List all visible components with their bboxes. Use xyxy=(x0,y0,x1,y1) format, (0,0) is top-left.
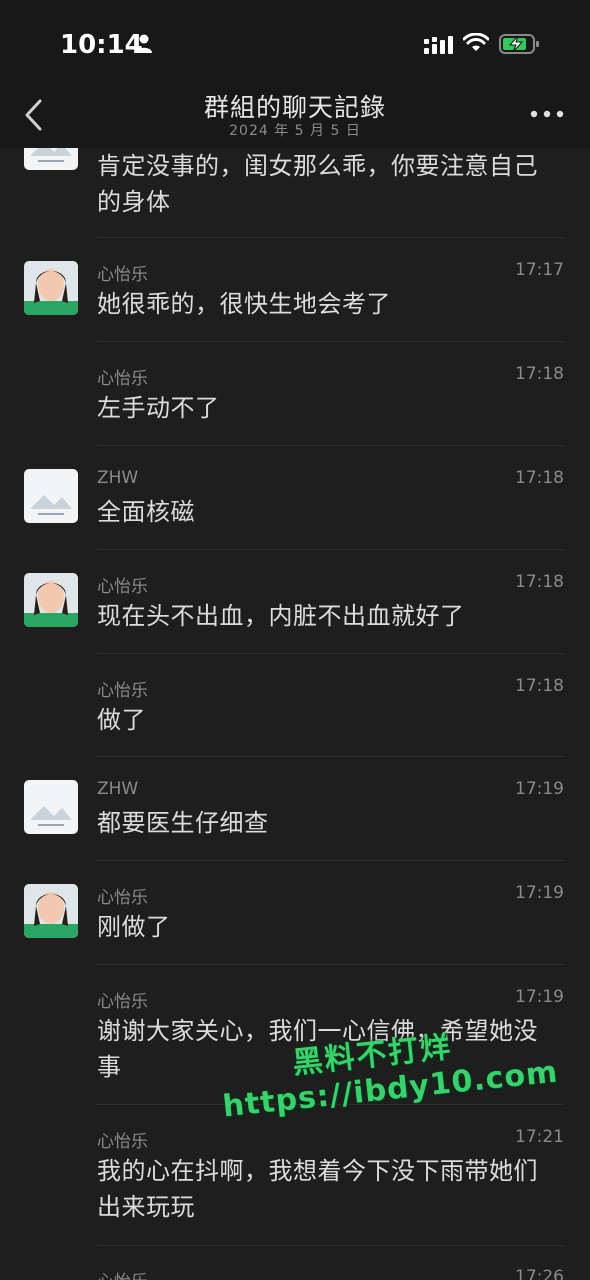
status-time: 10:14 xyxy=(60,30,143,60)
page-title: 群組的聊天記錄 xyxy=(203,93,386,122)
message-time: 17:18 xyxy=(515,676,564,696)
divider xyxy=(97,860,565,861)
status-bar: 10:14 xyxy=(0,0,590,86)
sender-name: 心怡乐 xyxy=(97,1132,148,1152)
sender-name: 心怡乐 xyxy=(97,681,148,701)
wifi-icon xyxy=(463,33,489,51)
nav-bar: 群組的聊天記錄 2024 年 5 月 5 日 xyxy=(0,86,590,148)
battery-charging-icon xyxy=(499,34,539,54)
message-time: 17:26 xyxy=(515,1267,564,1280)
message-text: 都要医生仔细查 xyxy=(97,809,269,837)
sender-name: 心怡乐 xyxy=(97,888,148,908)
divider xyxy=(97,756,565,757)
message-text: 肯定没事的，闺女那么乖，你要注意自己 的身体 xyxy=(97,152,538,216)
message-time: 17:18 xyxy=(515,468,564,488)
divider xyxy=(97,964,565,965)
sender-name: ZHW xyxy=(97,468,139,488)
divider xyxy=(97,237,565,238)
message-text: 刚做了 xyxy=(97,913,171,941)
message-text: 做了 xyxy=(97,706,146,734)
message-time: 17:18 xyxy=(515,572,564,592)
message-time: 17:19 xyxy=(515,779,564,799)
divider xyxy=(97,1245,565,1246)
message-time: 17:21 xyxy=(515,1127,564,1147)
page-subtitle-date: 2024 年 5 月 5 日 xyxy=(229,123,361,139)
divider xyxy=(97,445,565,446)
divider xyxy=(97,549,565,550)
avatar-placeholder[interactable] xyxy=(24,780,78,834)
sender-name: 心怡乐 xyxy=(97,1267,148,1280)
sender-name: 心怡乐 xyxy=(97,265,148,285)
divider xyxy=(97,341,565,342)
sender-name: 心怡乐 xyxy=(97,992,148,1012)
message-text: 现在头不出血，内脏不出血就好了 xyxy=(97,602,465,630)
sender-name: 心怡乐 xyxy=(97,577,148,597)
avatar-placeholder[interactable] xyxy=(24,469,78,523)
sender-name: ZHW xyxy=(97,779,139,799)
sender-name: 心怡乐 xyxy=(97,369,148,389)
divider xyxy=(97,653,565,654)
message-time: 17:19 xyxy=(515,987,564,1007)
message-text: 我的心在抖啊，我想着今下没下雨带她们 出来玩玩 xyxy=(97,1157,538,1221)
avatar[interactable] xyxy=(24,261,78,315)
avatar[interactable] xyxy=(24,884,78,938)
avatar-placeholder xyxy=(24,148,78,170)
signal-icon xyxy=(424,36,453,54)
message-time: 17:17 xyxy=(515,260,564,280)
message-text: 全面核磁 xyxy=(97,498,195,526)
more-dots-icon[interactable] xyxy=(530,108,564,120)
person-icon xyxy=(136,34,152,53)
message-text: 左手动不了 xyxy=(97,394,220,422)
message-text: 她很乖的，很快生地会考了 xyxy=(97,290,391,318)
avatar[interactable] xyxy=(24,573,78,627)
message-time: 17:18 xyxy=(515,364,564,384)
message-time: 17:19 xyxy=(515,883,564,903)
